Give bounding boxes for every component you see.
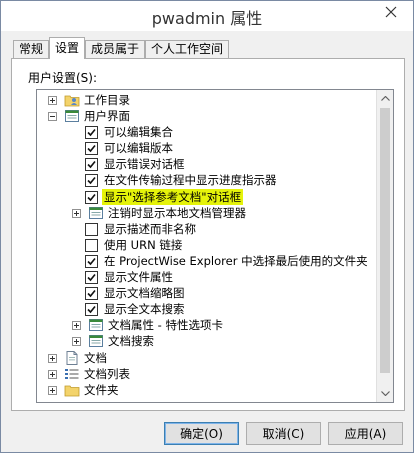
- apply-button[interactable]: 应用(A): [328, 422, 403, 445]
- tree-item-label: 显示"选择参考文档"对话框: [102, 188, 244, 205]
- tree-item-label: 显示描述而非名称: [104, 221, 196, 236]
- tree-row[interactable]: 显示文件属性: [37, 269, 377, 285]
- tree-item-label: 文件夹: [84, 382, 119, 397]
- properties-dialog: pwadmin 属性 常规 设置 成员属于 个人工作空间 用户设置(S): 工作…: [0, 0, 414, 453]
- tree-row[interactable]: 显示文档缩略图: [37, 285, 377, 301]
- setting-checkbox[interactable]: [85, 142, 98, 156]
- tree-row[interactable]: 文档属性 - 特性选项卡: [37, 317, 377, 333]
- tree-row[interactable]: 显示"选择参考文档"对话框: [37, 188, 377, 205]
- setting-checkbox[interactable]: [85, 287, 98, 301]
- tree-item-label: 文档属性 - 特性选项卡: [108, 318, 223, 333]
- tree-item-label: 在文件传输过程中显示进度指示器: [104, 173, 277, 188]
- folder-icon: [64, 383, 80, 397]
- user-settings-tree[interactable]: 工作目录用户界面 可以编辑集合 可以编辑版本 显示错误对话框 在文件传输过程中显示进度指…: [36, 89, 394, 403]
- tree-item-label: 用户界面: [84, 109, 130, 124]
- tree-row[interactable]: 可以编辑集合: [37, 124, 377, 140]
- tree-row[interactable]: 显示错误对话框: [37, 156, 377, 172]
- tree-item-label: 可以编辑版本: [104, 141, 173, 156]
- tree-item-label: 文档列表: [84, 366, 130, 381]
- user-settings-label: 用户设置(S):: [28, 71, 98, 85]
- expand-button[interactable]: [48, 385, 57, 395]
- scroll-thumb[interactable]: [380, 108, 390, 373]
- expand-button[interactable]: [48, 369, 57, 379]
- tree-content: 工作目录用户界面 可以编辑集合 可以编辑版本 显示错误对话框 在文件传输过程中显示进度指…: [37, 92, 377, 398]
- tab-member-of[interactable]: 成员属于: [85, 40, 146, 59]
- vertical-scrollbar[interactable]: [376, 90, 393, 402]
- setting-checkbox[interactable]: [85, 303, 98, 317]
- tree-item-label: 使用 URN 链接: [104, 237, 183, 252]
- tree-row[interactable]: 在 ProjectWise Explorer 中选择最后使用的文件夹: [37, 253, 377, 269]
- close-button[interactable]: [373, 1, 409, 23]
- tree-row[interactable]: 显示描述而非名称: [37, 221, 377, 237]
- tab-settings[interactable]: 设置: [49, 37, 86, 59]
- collapse-button[interactable]: [48, 112, 57, 122]
- expand-button[interactable]: [72, 208, 81, 218]
- tree-item-label: 在 ProjectWise Explorer 中选择最后使用的文件夹: [104, 253, 368, 268]
- tree-item-label: 显示全文本搜索: [104, 302, 185, 317]
- title-bar: pwadmin 属性: [1, 1, 413, 31]
- window-settings-icon: [88, 318, 104, 332]
- close-icon: [385, 6, 397, 18]
- document-icon: [64, 350, 80, 365]
- tree-row[interactable]: 用户界面: [37, 108, 377, 124]
- setting-checkbox[interactable]: [85, 158, 98, 172]
- tree-row[interactable]: 可以编辑版本: [37, 140, 377, 156]
- scroll-up-button[interactable]: [377, 90, 393, 107]
- setting-checkbox[interactable]: [85, 126, 98, 140]
- window-settings-icon: [88, 334, 104, 348]
- tree-item-label: 文档: [84, 350, 107, 365]
- tree-item-label: 显示文件属性: [104, 270, 173, 285]
- settings-panel: 用户设置(S): 工作目录用户界面 可以编辑集合 可以编辑版本 显示错误对话框 在文件传…: [11, 58, 405, 411]
- setting-checkbox[interactable]: [85, 190, 98, 204]
- setting-checkbox[interactable]: [85, 254, 98, 268]
- tree-item-label: 注销时显示本地文档管理器: [108, 205, 246, 220]
- scroll-down-button[interactable]: [377, 385, 393, 402]
- window-title: pwadmin 属性: [151, 9, 263, 28]
- expand-button[interactable]: [48, 96, 57, 105]
- tab-personal-workspace[interactable]: 个人工作空间: [145, 40, 230, 59]
- setting-checkbox[interactable]: [85, 174, 98, 188]
- expand-button[interactable]: [48, 353, 57, 363]
- tree-item-label: 文档搜索: [108, 334, 154, 349]
- tree-item-label: 工作目录: [84, 93, 130, 107]
- tree-row[interactable]: 注销时显示本地文档管理器: [37, 205, 377, 221]
- cancel-button[interactable]: 取消(C): [246, 422, 321, 445]
- window-settings-icon: [88, 206, 104, 220]
- setting-checkbox[interactable]: [85, 222, 98, 236]
- list-icon: [64, 367, 80, 381]
- tree-row[interactable]: 工作目录: [37, 92, 377, 108]
- chevron-up-icon: [380, 96, 390, 101]
- setting-checkbox[interactable]: [85, 271, 98, 285]
- tree-row[interactable]: 显示全文本搜索: [37, 301, 377, 317]
- setting-checkbox[interactable]: [85, 238, 98, 252]
- expand-button[interactable]: [72, 337, 81, 347]
- tree-item-label: 显示文档缩略图: [104, 286, 185, 301]
- tree-item-label: 显示错误对话框: [104, 157, 185, 172]
- folder-user-icon: [64, 93, 80, 107]
- ok-button[interactable]: 确定(O): [164, 422, 239, 445]
- tab-strip: 常规 设置 成员属于 个人工作空间: [13, 37, 230, 59]
- tree-row[interactable]: 文档搜索: [37, 333, 377, 349]
- tab-general[interactable]: 常规: [13, 40, 50, 59]
- tree-row[interactable]: 文档: [37, 350, 377, 366]
- tree-item-label: 可以编辑集合: [104, 125, 173, 140]
- window-settings-icon: [64, 109, 80, 123]
- tree-row[interactable]: 在文件传输过程中显示进度指示器: [37, 172, 377, 188]
- chevron-down-icon: [380, 391, 390, 396]
- tree-row[interactable]: 使用 URN 链接: [37, 237, 377, 253]
- tree-row[interactable]: 文件夹: [37, 382, 377, 398]
- expand-button[interactable]: [72, 321, 81, 331]
- tree-row[interactable]: 文档列表: [37, 366, 377, 382]
